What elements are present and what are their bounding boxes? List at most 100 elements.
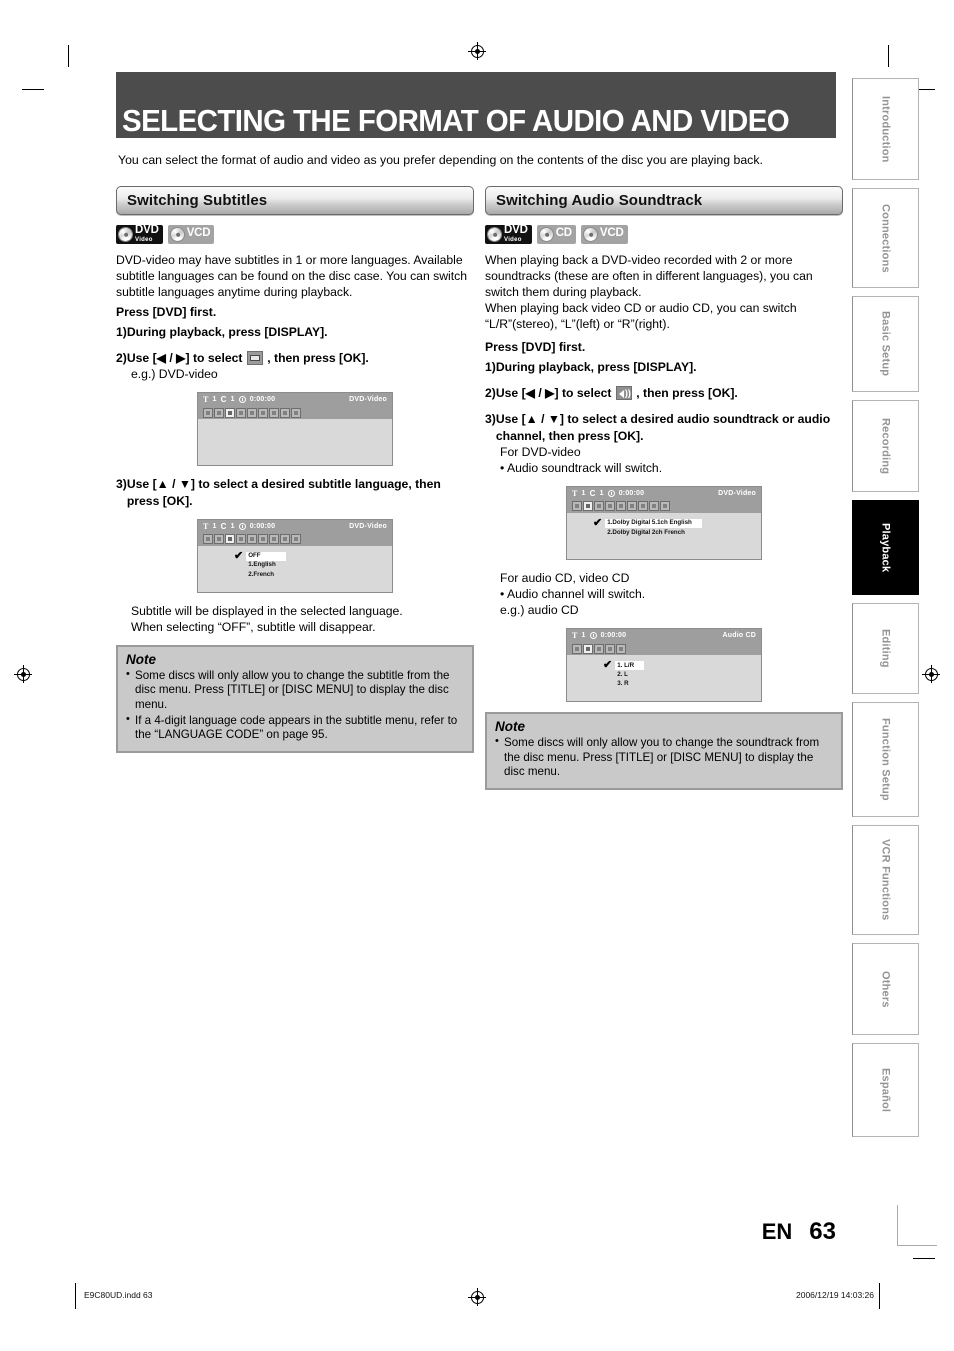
osd-icon-picture[interactable] [291,407,301,418]
sidebar-item-function-setup[interactable]: Function Setup [852,702,919,817]
osd-icon-audio[interactable] [214,534,224,545]
osd-icon-search[interactable] [203,407,213,418]
osd-screenshot-4-wrapper: T 1 0:00:00 Audio CD ✔ 1. L/R 2. L 3. R [485,628,843,703]
sidebar-item-recording[interactable]: Recording [852,400,919,492]
footer-tick-left [75,1283,76,1309]
crop-mark-top-left-v [68,45,69,67]
osd-menu-item[interactable]: 2. L [615,670,644,679]
badge-label-sub: Video [135,237,153,244]
osd-icon-nr[interactable] [269,407,279,418]
right-intro-paragraph-2: When playing back video CD or audio CD, … [485,301,797,332]
elapsed-time: 0:00:00 [249,396,276,404]
osd-icon-picture[interactable] [291,534,301,545]
checkmark-icon: ✔ [593,516,603,529]
osd-icon-subtitle[interactable] [594,501,604,512]
clock-icon [607,489,615,497]
note-title: Note [495,719,525,735]
left-press-dvd-first: Press [DVD] first. [116,305,217,320]
title-glyph: T [203,521,209,531]
right-column: Switching Audio Soundtrack DVD Video CD … [485,186,843,790]
badge-dvd-video: DVD Video [485,224,532,244]
badge-vcd: VCD [167,224,215,244]
sidebar-item-connections[interactable]: Connections [852,188,919,288]
title-number: 1 [581,489,586,497]
chapter-number: 1 [599,489,604,497]
section-header-switching-subtitles: Switching Subtitles [116,186,474,215]
osd-icon-repeat[interactable] [594,643,604,654]
left-step-2-number: 2) [116,351,127,366]
sidebar-item-others[interactable]: Others [852,943,919,1035]
osd-menu-item[interactable]: 1.English [246,561,286,570]
osd-menu-item[interactable]: 2.French [246,570,286,579]
subtitle-icon [246,351,263,366]
right-step-2-suffix: , then press [OK]. [636,386,738,401]
osd-menu-item[interactable]: 2.Dolby Digital 2ch French [605,528,702,537]
disc-icon [485,224,504,244]
sidebar-item-basic-setup[interactable]: Basic Setup [852,296,919,392]
sidebar-item-editing[interactable]: Editing [852,603,919,694]
print-file-name: E9C80UD.indd 63 [84,1290,153,1300]
osd-icon-zoom[interactable] [280,407,290,418]
osd-icon-subtitle[interactable] [225,407,235,418]
osd-icon-angle[interactable] [236,407,246,418]
osd-icon-repeat[interactable] [247,407,257,418]
elapsed-time: 0:00:00 [600,632,627,640]
right-step-3-number: 3) [485,412,496,427]
sidebar-item-playback[interactable]: Playback [852,500,919,595]
osd-icon-picture[interactable] [660,501,670,512]
disc-badges-left: DVD Video VCD [116,224,474,244]
clock-icon [238,522,246,530]
chapter-glyph: C [220,521,227,531]
osd-icon-zoom[interactable] [649,501,659,512]
osd-menu-item[interactable]: OFF [246,551,286,561]
osd-icon-audio[interactable] [583,501,593,512]
osd-icon-search[interactable] [203,534,213,545]
crop-mark-left-h [22,89,44,90]
page-intro-text: You can select the format of audio and v… [118,153,763,167]
osd-icon-marker[interactable] [627,501,637,512]
osd-icon-picture[interactable] [616,643,626,654]
osd-icon-angle[interactable] [605,501,615,512]
sidebar-item-vcr-functions[interactable]: VCR Functions [852,825,919,935]
left-after-text-2: When selecting “OFF”, subtitle will disa… [131,619,376,634]
title-number: 1 [212,522,217,530]
left-step-1: 1) During playback, press [DISPLAY]. [116,324,474,340]
left-step-2-prefix: Use [◀ / ▶] to select [126,351,243,366]
osd-icon-audio[interactable] [214,407,224,418]
sidebar-item-introduction[interactable]: Introduction [852,78,919,180]
badge-vcd: VCD [580,224,628,244]
osd-menu-item[interactable]: 3. R [615,680,644,689]
osd-icon-audio[interactable] [583,643,593,654]
osd-icon-repeat[interactable] [247,534,257,545]
osd-menu-item[interactable]: 1. L/R [615,661,645,671]
registration-mark-left [14,665,32,683]
osd-icon-search[interactable] [572,501,582,512]
osd-icon-row [567,499,761,513]
osd-status-bar: T 1 C 1 0:00:00 DVD-Video [198,393,392,407]
osd-icon-subtitle[interactable] [225,534,235,545]
osd-menu-item[interactable]: 1.Dolby Digital 5.1ch English [605,518,702,529]
osd-screenshot-3-wrapper: T 1 C 1 0:00:00 DVD-Video ✔ 1.Dolby Digi… [485,485,843,560]
right-cd-bullet: • Audio channel will switch. [500,586,646,601]
sidebar-item-label: Editing [879,629,892,668]
title-number: 1 [212,396,217,404]
osd-icon-marker[interactable] [605,643,615,654]
sidebar-item-label: Function Setup [879,718,892,801]
osd-icon-nr[interactable] [638,501,648,512]
right-step-2-number: 2) [485,386,496,401]
osd-icon-marker[interactable] [258,534,268,545]
osd-icon-search[interactable] [572,643,582,654]
elapsed-time: 0:00:00 [618,489,645,497]
osd-screenshot-2-wrapper: T 1 C 1 0:00:00 DVD-Video ✔ OFF 1.Englis… [116,518,474,593]
osd-icon-marker[interactable] [258,407,268,418]
right-cd-label: For audio CD, video CD [500,570,630,585]
osd-icon-repeat[interactable] [616,501,626,512]
osd-icon-zoom[interactable] [280,534,290,545]
sidebar-item-label: VCR Functions [879,839,892,921]
sidebar-item-espanol[interactable]: Español [852,1043,919,1137]
osd-icon-nr[interactable] [269,534,279,545]
osd-icon-angle[interactable] [236,534,246,545]
note-item: If a 4-digit language code appears in th… [126,713,464,743]
right-step-2: 2) Use [◀ / ▶] to select , then press [O… [485,385,843,401]
right-intro-paragraph-1: When playing back a DVD-video recorded w… [485,253,813,300]
